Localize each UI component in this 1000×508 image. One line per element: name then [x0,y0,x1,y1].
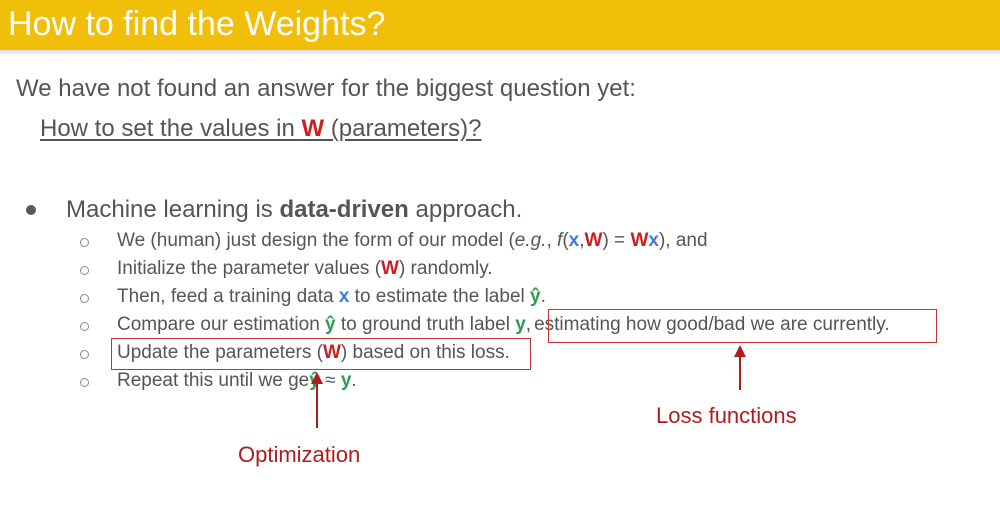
sub-marker-2 [80,266,89,275]
sub-marker-4 [80,322,89,331]
intro-text: We have not found an answer for the bigg… [16,75,636,102]
s4-c: , [525,314,532,335]
s6-y: y [340,370,352,391]
list-item-initialize: Initialize the parameter values (W) rand… [117,257,493,281]
s6-c: . [351,370,357,391]
loss-functions-label: Loss functions [656,403,797,428]
s3-yhat: ŷ [530,286,541,307]
title-bar: How to find the Weights? [0,0,1000,50]
sub-marker-3 [80,294,89,303]
s1-w: W [584,230,603,251]
s4-yhat: ŷ [325,314,336,335]
s4-y: y [515,314,526,335]
list-item-feed-data: Then, feed a training data x to estimate… [117,285,546,309]
s2-w: W [381,258,399,279]
question-before: How to set the values in [40,115,302,142]
slide-title: How to find the Weights? [8,5,386,43]
list-item-design-model: We (human) just design the form of our m… [117,229,708,253]
bullet-before: Machine learning is [66,196,280,223]
s3-b: to estimate the label [349,286,531,307]
sub-marker-6 [80,378,89,387]
question-text: How to set the values in W (parameters)? [40,114,482,144]
loss-arrow-line [739,355,741,390]
loss-highlight-box [548,309,937,343]
s2-a: Initialize the parameter values ( [117,258,382,279]
s6-a: Repeat this until we ge [117,370,310,391]
optimization-arrow-line [316,382,318,428]
s1-e: ) = [602,230,631,251]
sub-marker-1 [80,238,89,247]
s1-a: We (human) just design the form of our m… [117,230,515,251]
s2-b: ) randomly. [398,258,493,279]
question-w: W [301,115,325,142]
s1-w2: W [630,230,649,251]
s4-b: to ground truth label [335,314,516,335]
sub-marker-5 [80,350,89,359]
s3-c: . [540,286,546,307]
title-shadow [0,50,1000,56]
bullet-text: Machine learning is data-driven approach… [66,195,522,225]
s3-x: x [338,286,350,307]
bullet-after: approach. [408,196,523,223]
optimization-label: Optimization [238,442,361,467]
bullet-bold: data-driven [279,196,409,223]
s1-eg: e.g. [514,230,547,251]
s4-a: Compare our estimation [117,314,326,335]
s1-b: , [546,230,558,251]
bullet-dot [26,205,36,215]
s1-x: x [568,230,580,251]
s1-x2: x [648,230,659,251]
s3-a: Then, feed a training data [117,286,339,307]
question-after: (parameters)? [324,115,482,142]
optimization-highlight-box [111,338,531,370]
s1-g: ), and [658,230,708,251]
